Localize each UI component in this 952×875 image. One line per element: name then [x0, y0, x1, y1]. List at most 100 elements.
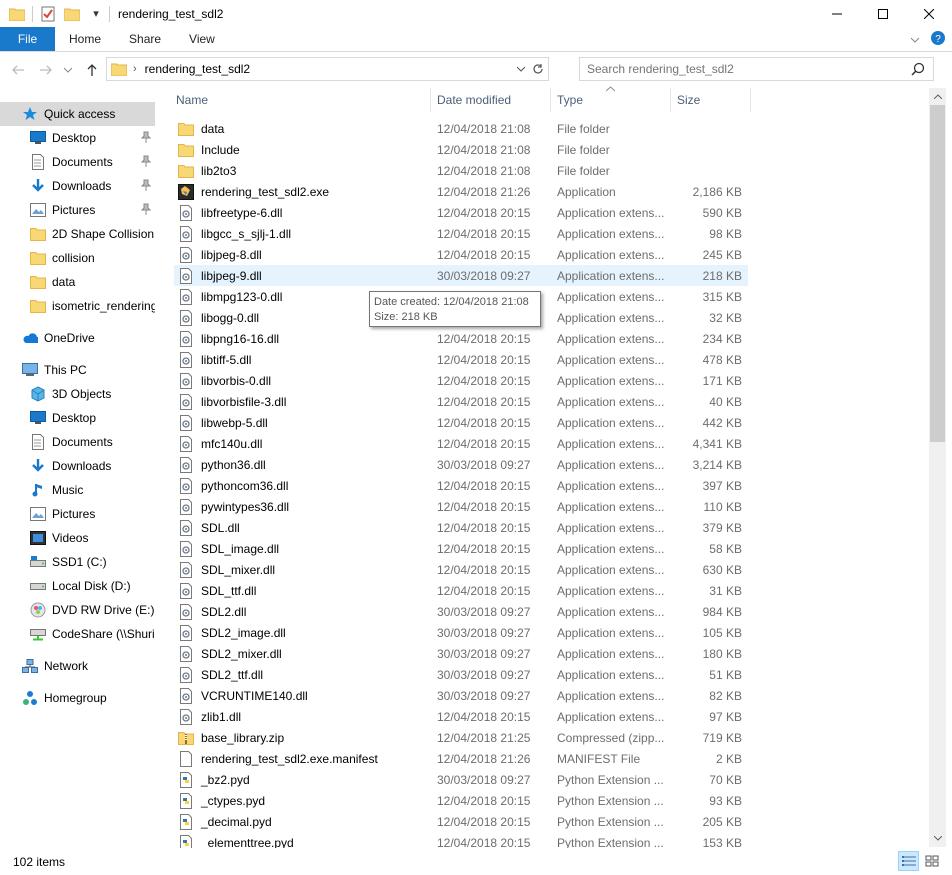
file-row[interactable]: VCRUNTIME140.dll 30/03/2018 09:27 Applicat…	[174, 685, 748, 706]
file-row[interactable]: pythoncom36.dll 12/04/2018 20:15 Applicati…	[174, 475, 748, 496]
new-folder-icon[interactable]	[63, 5, 81, 23]
dll-file-icon	[178, 225, 194, 242]
search-input[interactable]	[587, 62, 907, 76]
nav-item-pictures[interactable]: Pictures	[0, 198, 155, 222]
file-row[interactable]: SDL_image.dll 12/04/2018 20:15 Application…	[174, 538, 748, 559]
file-row[interactable]: libfreetype-6.dll 12/04/2018 20:15 Applica…	[174, 202, 748, 223]
nav-item-videos[interactable]: Videos	[0, 526, 155, 550]
file-row[interactable]: libwebp-5.dll 12/04/2018 20:15 Application…	[174, 412, 748, 433]
nav-item-pictures[interactable]: Pictures	[0, 502, 155, 526]
recent-locations-dropdown[interactable]	[58, 58, 78, 82]
breadcrumb-current[interactable]: rendering_test_sdl2	[145, 62, 250, 76]
nav-item-3d-objects[interactable]: 3D Objects	[0, 382, 155, 406]
tab-share[interactable]: Share	[115, 27, 175, 51]
file-row[interactable]: _bz2.pyd 30/03/2018 09:27 Python Extension…	[174, 769, 748, 790]
file-row[interactable]: mfc140u.dll 12/04/2018 20:15 Application e…	[174, 433, 748, 454]
nav-item-quick-access[interactable]: Quick access	[0, 102, 155, 126]
details-view-icon[interactable]	[898, 851, 919, 871]
file-row[interactable]: Include 12/04/2018 21:08 File folder	[174, 139, 748, 160]
column-header-size[interactable]: Size	[671, 88, 751, 112]
nav-item-documents[interactable]: Documents	[0, 150, 155, 174]
file-row[interactable]: libjpeg-8.dll 12/04/2018 20:15 Application…	[174, 244, 748, 265]
file-row[interactable]: SDL2_mixer.dll 30/03/2018 09:27 Applicatio…	[174, 643, 748, 664]
file-row[interactable]: libvorbis-0.dll 12/04/2018 20:15 Applicati…	[174, 370, 748, 391]
drive-icon	[30, 578, 46, 594]
nav-item-desktop[interactable]: Desktop	[0, 126, 155, 150]
nav-item-2d-shape-collision-i[interactable]: 2D Shape Collision I	[0, 222, 155, 246]
search-icon[interactable]	[911, 62, 925, 79]
column-header-date[interactable]: Date modified	[431, 88, 551, 112]
properties-icon[interactable]	[39, 5, 57, 23]
file-row[interactable]: libpng16-16.dll 12/04/2018 20:15 Applicati…	[174, 328, 748, 349]
tab-view[interactable]: View	[175, 27, 229, 51]
refresh-icon[interactable]	[530, 61, 546, 77]
file-size: 984 KB	[702, 604, 742, 619]
file-row[interactable]: rendering_test_sdl2.exe 12/04/2018 21:26 A…	[174, 181, 748, 202]
file-row[interactable]: _ctypes.pyd 12/04/2018 20:15 Python Extens…	[174, 790, 748, 811]
file-row[interactable]: libvorbisfile-3.dll 12/04/2018 20:15 Appli…	[174, 391, 748, 412]
expand-ribbon-icon[interactable]	[910, 33, 920, 47]
file-row[interactable]: base_library.zip 12/04/2018 21:25 Compress…	[174, 727, 748, 748]
nav-item-collision[interactable]: collision	[0, 246, 155, 270]
nav-item-isometric-rendering[interactable]: isometric_rendering	[0, 294, 155, 318]
address-bar[interactable]: › rendering_test_sdl2	[106, 57, 549, 81]
nav-item-music[interactable]: Music	[0, 478, 155, 502]
file-size: 171 KB	[702, 373, 742, 388]
nav-item-homegroup[interactable]: Homegroup	[0, 686, 155, 710]
customize-toolbar-dropdown[interactable]: ▾	[87, 5, 105, 23]
nav-item-label: Documents	[52, 435, 113, 449]
nav-item-this-pc[interactable]: This PC	[0, 358, 155, 382]
file-row[interactable]: zlib1.dll 12/04/2018 20:15 Application ext…	[174, 706, 748, 727]
close-button[interactable]	[906, 0, 952, 27]
file-row[interactable]: SDL_ttf.dll 12/04/2018 20:15 Application e…	[174, 580, 748, 601]
file-name-cell: _bz2.pyd	[174, 771, 430, 788]
file-row[interactable]: SDL2.dll 30/03/2018 09:27 Application exte…	[174, 601, 748, 622]
maximize-button[interactable]	[860, 0, 906, 27]
file-row[interactable]: python36.dll 30/03/2018 09:27 Application …	[174, 454, 748, 475]
file-row[interactable]: lib2to3 12/04/2018 21:08 File folder	[174, 160, 748, 181]
dll-file-icon	[178, 624, 194, 641]
file-row[interactable]: data 12/04/2018 21:08 File folder	[174, 118, 748, 139]
tab-home[interactable]: Home	[55, 27, 115, 51]
file-row[interactable]: pywintypes36.dll 12/04/2018 20:15 Applicat…	[174, 496, 748, 517]
nav-item-dvd-rw-drive-e-t[interactable]: DVD RW Drive (E:) T	[0, 598, 155, 622]
navigation-pane: Quick access Desktop Documents Downloads Pic…	[0, 97, 158, 847]
file-name: Include	[201, 142, 240, 157]
tab-file[interactable]: File	[0, 27, 55, 51]
file-date: 30/03/2018 09:27	[437, 457, 531, 472]
address-dropdown-icon[interactable]	[514, 61, 528, 77]
nav-item-onedrive[interactable]: OneDrive	[0, 326, 155, 350]
help-icon[interactable]: ?	[930, 30, 946, 49]
column-header-name[interactable]: Name	[170, 88, 431, 112]
file-row[interactable]: libjpeg-9.dll 30/03/2018 09:27 Application…	[174, 265, 748, 286]
file-row[interactable]: SDL2_ttf.dll 30/03/2018 09:27 Application …	[174, 664, 748, 685]
scroll-down-icon[interactable]	[929, 830, 946, 847]
file-row[interactable]: SDL.dll 12/04/2018 20:15 Application exten…	[174, 517, 748, 538]
file-row[interactable]: SDL_mixer.dll 12/04/2018 20:15 Application…	[174, 559, 748, 580]
file-row[interactable]: libgcc_s_sjlj-1.dll 12/04/2018 20:15 Appli…	[174, 223, 748, 244]
file-row[interactable]: _decimal.pyd 12/04/2018 20:15 Python Exten…	[174, 811, 748, 832]
breadcrumb-chevron-icon[interactable]: ›	[133, 63, 137, 75]
back-arrow-icon[interactable]	[8, 58, 28, 82]
nav-item-downloads[interactable]: Downloads	[0, 454, 155, 478]
up-arrow-icon[interactable]	[82, 58, 102, 82]
scrollbar-thumb[interactable]	[930, 105, 945, 442]
nav-item-local-disk-d[interactable]: Local Disk (D:)	[0, 574, 155, 598]
nav-item-data[interactable]: data	[0, 270, 155, 294]
minimize-button[interactable]	[814, 0, 860, 27]
file-row[interactable]: SDL2_image.dll 30/03/2018 09:27 Applicatio…	[174, 622, 748, 643]
nav-item-desktop[interactable]: Desktop	[0, 406, 155, 430]
large-icons-view-icon[interactable]	[921, 851, 942, 871]
file-row[interactable]: libtiff-5.dll 12/04/2018 20:15 Application…	[174, 349, 748, 370]
search-box[interactable]	[579, 57, 934, 81]
file-type: Application	[557, 184, 616, 199]
nav-item-downloads[interactable]: Downloads	[0, 174, 155, 198]
file-row[interactable]: rendering_test_sdl2.exe.manifest 12/04/20…	[174, 748, 748, 769]
nav-item-codeshare-shuri[interactable]: CodeShare (\\Shuri)	[0, 622, 155, 646]
nav-item-network[interactable]: Network	[0, 654, 155, 678]
scroll-up-icon[interactable]	[929, 88, 946, 105]
nav-item-ssd1-c[interactable]: SSD1 (C:)	[0, 550, 155, 574]
vertical-scrollbar[interactable]	[929, 88, 946, 847]
forward-arrow-icon[interactable]	[36, 58, 56, 82]
nav-item-documents[interactable]: Documents	[0, 430, 155, 454]
